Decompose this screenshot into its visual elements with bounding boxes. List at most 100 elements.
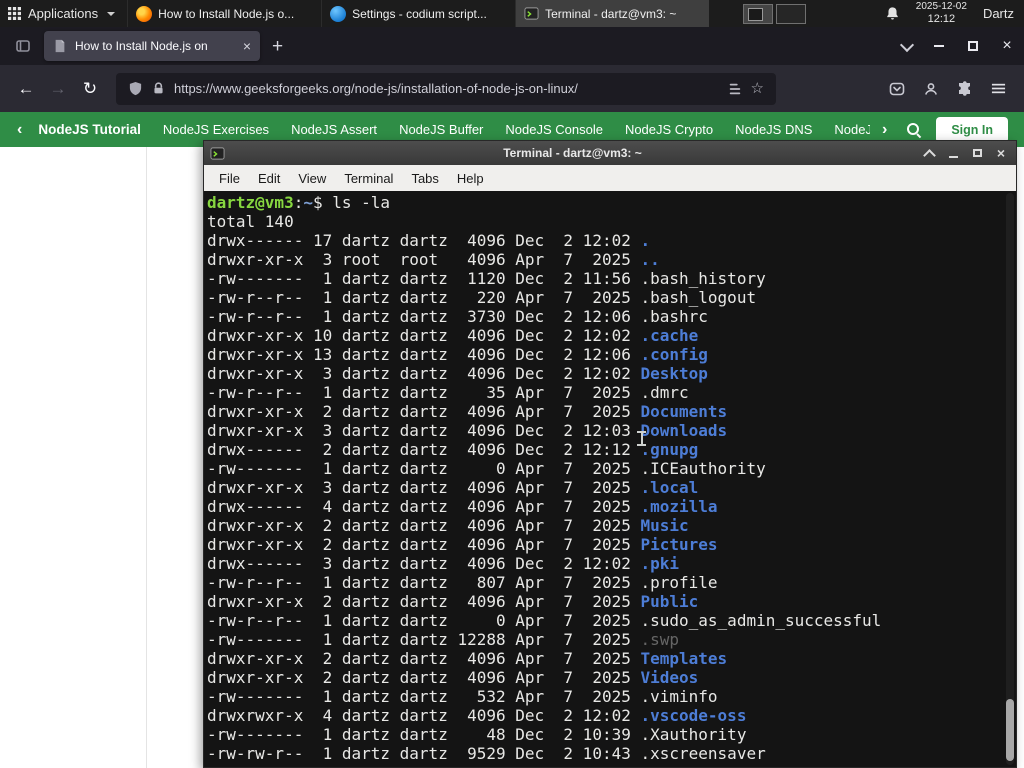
scroll-left-icon[interactable]: ‹ (12, 121, 27, 139)
browser-minimize-button[interactable] (922, 27, 956, 65)
workspace-1[interactable] (743, 3, 774, 24)
browser-close-button[interactable]: × (990, 27, 1024, 65)
text-cursor-pointer (637, 431, 646, 446)
terminal-line: drwxr-xr-x 10 dartz dartz 4096 Dec 2 12:… (207, 326, 1004, 345)
reload-button[interactable]: ↻ (74, 73, 106, 105)
terminal-line: -rw-r--r-- 1 dartz dartz 35 Apr 7 2025 .… (207, 383, 1004, 402)
terminal-close-button[interactable]: × (992, 144, 1010, 162)
account-icon[interactable] (923, 81, 939, 97)
taskbar-item-codium[interactable]: Settings - codium script... (321, 0, 515, 27)
firefox-view-button[interactable] (10, 33, 36, 59)
back-button[interactable]: ← (10, 73, 42, 105)
applications-grid-icon (8, 7, 21, 20)
terminal-line: -rw-r--r-- 1 dartz dartz 807 Apr 7 2025 … (207, 573, 1004, 592)
taskbar-label-terminal: Terminal - dartz@vm3: ~ (545, 6, 677, 21)
terminal-text-nm-file: .profile (640, 573, 718, 592)
terminal-icon (210, 146, 225, 160)
terminal-prompt-line: dartz@vm3:~$ ls -la (207, 193, 1004, 212)
menu-tabs[interactable]: Tabs (402, 171, 447, 186)
applications-label: Applications (28, 6, 99, 21)
terminal-text-nm-dir: .vscode-oss (640, 706, 747, 725)
terminal-text-tp-green: dartz@vm3 (207, 193, 294, 212)
menu-file[interactable]: File (210, 171, 249, 186)
url-text[interactable]: https://www.geeksforgeeks.org/node-js/in… (174, 81, 719, 96)
terminal-maximize-button[interactable] (968, 144, 986, 162)
gfg-nav-item-dns[interactable]: NodeJS DNS (724, 122, 823, 137)
gfg-nav-item-console[interactable]: NodeJS Console (494, 122, 614, 137)
terminal-line: drwx------ 17 dartz dartz 4096 Dec 2 12:… (207, 231, 1004, 250)
pocket-icon[interactable] (889, 81, 905, 97)
terminal-minimize-button[interactable] (944, 144, 962, 162)
terminal-output[interactable]: dartz@vm3:~$ ls -la total 140 drwx------ 1… (207, 193, 1004, 763)
reader-mode-icon[interactable] (728, 82, 742, 96)
new-tab-button[interactable]: + (272, 37, 283, 56)
menu-edit[interactable]: Edit (249, 171, 289, 186)
terminal-window: Terminal - dartz@vm3: ~ × File Edit View… (203, 140, 1017, 768)
gfg-nav-item-buffer[interactable]: NodeJS Buffer (388, 122, 494, 137)
search-icon[interactable] (906, 122, 922, 138)
tracking-shield-icon[interactable] (128, 81, 143, 96)
terminal-line: drwxr-xr-x 2 dartz dartz 4096 Apr 7 2025… (207, 592, 1004, 611)
url-bar[interactable]: https://www.geeksforgeeks.org/node-js/in… (116, 72, 776, 105)
terminal-body[interactable]: dartz@vm3:~$ ls -la total 140 drwx------ 1… (203, 191, 1017, 768)
terminal-line: -rw-r--r-- 1 dartz dartz 3730 Dec 2 12:0… (207, 307, 1004, 326)
terminal-text-nm-dir: .. (640, 250, 660, 269)
terminal-text-nm-dir: Templates (640, 649, 728, 668)
terminal-line: -rw-rw-r-- 1 dartz dartz 9529 Dec 2 10:4… (207, 744, 1004, 763)
tab-title: How to Install Node.js on (75, 39, 208, 53)
menu-hamburger-icon[interactable] (991, 81, 1006, 96)
terminal-text: drwx------ 2 dartz dartz 4096 Dec 2 12:1… (207, 440, 641, 459)
list-all-tabs-icon[interactable] (899, 37, 915, 52)
lock-icon[interactable] (152, 82, 165, 95)
terminal-scrollbar-thumb[interactable] (1006, 699, 1014, 761)
browser-restore-button[interactable] (956, 27, 990, 65)
terminal-text-nm-file: .ICEauthority (640, 459, 766, 478)
terminal-title-bar[interactable]: Terminal - dartz@vm3: ~ × (203, 140, 1017, 165)
terminal-shade-button[interactable] (920, 144, 938, 162)
forward-button[interactable]: → (42, 73, 74, 105)
tab-close-button[interactable]: × (243, 39, 251, 53)
menu-view[interactable]: View (289, 171, 335, 186)
applications-menu-button[interactable]: Applications (0, 0, 127, 27)
browser-tab-active[interactable]: How to Install Node.js on × (44, 31, 260, 61)
terminal-text-nm-dir: .config (640, 345, 708, 364)
gfg-right-controls: › Sign In (877, 116, 1012, 143)
terminal-text-nm-dir: Videos (640, 668, 699, 687)
terminal-text: drwxr-xr-x 2 dartz dartz 4096 Apr 7 2025 (207, 535, 641, 554)
taskbar-label-codium: Settings - codium script... (352, 6, 487, 21)
terminal-text-nm-file: .Xauthority (640, 725, 747, 744)
terminal-line: drwxr-xr-x 13 dartz dartz 4096 Dec 2 12:… (207, 345, 1004, 364)
terminal-line: -rw------- 1 dartz dartz 48 Dec 2 10:39 … (207, 725, 1004, 744)
gfg-nav-item-crypto[interactable]: NodeJS Crypto (614, 122, 724, 137)
terminal-text: drwxr-xr-x 3 dartz dartz 4096 Apr 7 2025 (207, 478, 641, 497)
sign-in-button[interactable]: Sign In (936, 116, 1008, 143)
panel-clock[interactable]: 2025-12-02 12:12 (916, 1, 967, 26)
menu-terminal[interactable]: Terminal (335, 171, 402, 186)
notification-bell-icon[interactable] (885, 6, 900, 21)
terminal-scrollbar-track[interactable] (1006, 193, 1014, 765)
page-favicon (55, 39, 65, 53)
gfg-nav-item-exercises[interactable]: NodeJS Exercises (152, 122, 280, 137)
bookmark-star-icon[interactable]: ☆ (751, 81, 764, 96)
taskbar-item-terminal[interactable]: Terminal - dartz@vm3: ~ (515, 0, 710, 27)
gfg-nav-item-tutorial[interactable]: NodeJS Tutorial (27, 122, 152, 137)
terminal-text: -rw------- 1 dartz dartz 12288 Apr 7 202… (207, 630, 641, 649)
menu-help[interactable]: Help (448, 171, 493, 186)
terminal-menu-bar: File Edit View Terminal Tabs Help (203, 165, 1017, 191)
page-sidebar-divider (146, 147, 147, 768)
taskbar-label-firefox: How to Install Node.js o... (158, 6, 295, 21)
terminal-text-nm-file: .bashrc (640, 307, 708, 326)
browser-tab-bar: How to Install Node.js on × + × (0, 27, 1024, 65)
panel-username[interactable]: Dartz (983, 6, 1014, 21)
terminal-text-nm-dir: . (640, 231, 651, 250)
gfg-nav-item-assert[interactable]: NodeJS Assert (280, 122, 388, 137)
terminal-text: drwx------ 3 dartz dartz 4096 Dec 2 12:0… (207, 554, 641, 573)
extensions-puzzle-icon[interactable] (957, 80, 973, 97)
terminal-line: drwxr-xr-x 2 dartz dartz 4096 Apr 7 2025… (207, 535, 1004, 554)
terminal-text-nm-dir: Music (640, 516, 689, 535)
gfg-nav-item-truncated[interactable]: NodeJS (823, 122, 870, 137)
workspace-2[interactable] (776, 3, 807, 24)
taskbar-item-firefox[interactable]: How to Install Node.js o... (127, 0, 321, 27)
scroll-right-icon[interactable]: › (877, 121, 892, 139)
terminal-line: drwxr-xr-x 2 dartz dartz 4096 Apr 7 2025… (207, 516, 1004, 535)
